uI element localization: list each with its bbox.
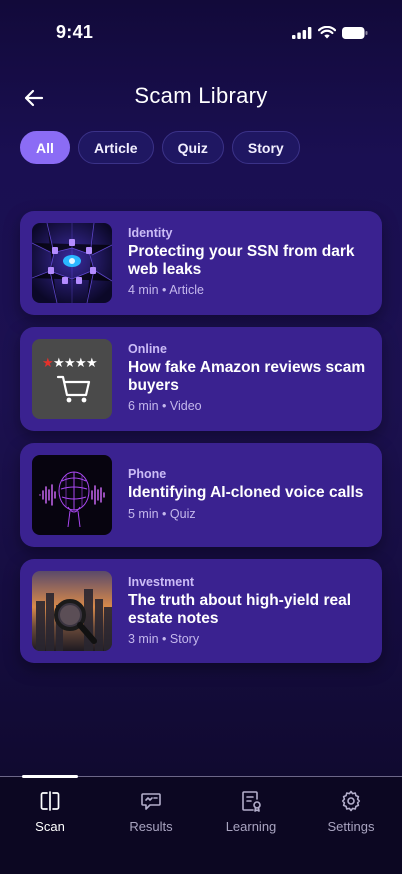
card-meta: 6 min • Video	[128, 399, 202, 413]
star-rating-cart-icon: ★ ★ ★ ★ ★	[32, 339, 112, 419]
library-card[interactable]: ★ ★ ★ ★ ★ Online How fake Amazon reviews…	[20, 327, 382, 431]
card-meta: 4 min • Article	[128, 283, 204, 297]
card-category: Online	[128, 342, 167, 356]
card-meta: 3 min • Story	[128, 632, 200, 646]
library-card[interactable]: Identity Protecting your SSN from dark w…	[20, 211, 382, 315]
tab-scan[interactable]: Scan	[0, 777, 100, 847]
card-title: The truth about high-yield real estate n…	[128, 592, 352, 627]
card-category: Investment	[128, 575, 194, 589]
svg-text:★: ★	[42, 356, 54, 371]
tab-label: Scan	[35, 819, 65, 834]
status-time: 9:41	[56, 22, 94, 42]
card-category: Identity	[128, 226, 173, 240]
library-card[interactable]: Phone Identifying AI-cloned voice calls …	[20, 443, 382, 547]
network-lock-icon	[32, 223, 112, 303]
tab-results[interactable]: Results	[101, 777, 201, 847]
tab-learning[interactable]: Learning	[201, 777, 301, 847]
status-icons	[292, 26, 368, 39]
card-title: Identifying AI-cloned voice calls	[128, 484, 364, 501]
card-meta: 5 min • Quiz	[128, 507, 196, 521]
filter-chip-story[interactable]: Story	[231, 131, 300, 164]
card-title: How fake Amazon reviews scam buyers	[128, 359, 366, 394]
filter-chip-all[interactable]: All	[20, 131, 70, 164]
library-card[interactable]: Investment The truth about high-yield re…	[20, 559, 382, 663]
svg-text:★: ★	[53, 356, 65, 371]
tab-label: Results	[129, 819, 173, 834]
results-chat-icon	[139, 789, 163, 813]
ai-voice-head-icon	[32, 455, 112, 535]
scan-icon	[38, 789, 62, 813]
cellular-signal-icon	[292, 26, 312, 39]
filter-chips: All Article Quiz Story	[20, 131, 300, 164]
status-bar: 9:41	[0, 0, 402, 60]
filter-chip-quiz[interactable]: Quiz	[161, 131, 224, 164]
tab-settings[interactable]: Settings	[301, 777, 401, 847]
card-category: Phone	[128, 467, 167, 481]
gear-icon	[339, 789, 363, 813]
learning-document-icon	[239, 789, 263, 813]
header: Scam Library	[0, 78, 402, 118]
svg-text:★: ★	[86, 356, 98, 371]
tab-label: Settings	[327, 819, 375, 834]
filter-chip-article[interactable]: Article	[78, 131, 154, 164]
tab-bar: Scan Results Learning Settings	[0, 775, 402, 874]
battery-icon	[342, 26, 368, 39]
svg-text:★: ★	[64, 356, 76, 371]
card-title: Protecting your SSN from dark web leaks	[128, 243, 355, 278]
tab-label: Learning	[225, 819, 277, 834]
page-title: Scam Library	[134, 83, 268, 108]
wifi-icon	[318, 26, 336, 39]
svg-text:★: ★	[75, 356, 87, 371]
magnifier-city-icon	[32, 571, 112, 651]
